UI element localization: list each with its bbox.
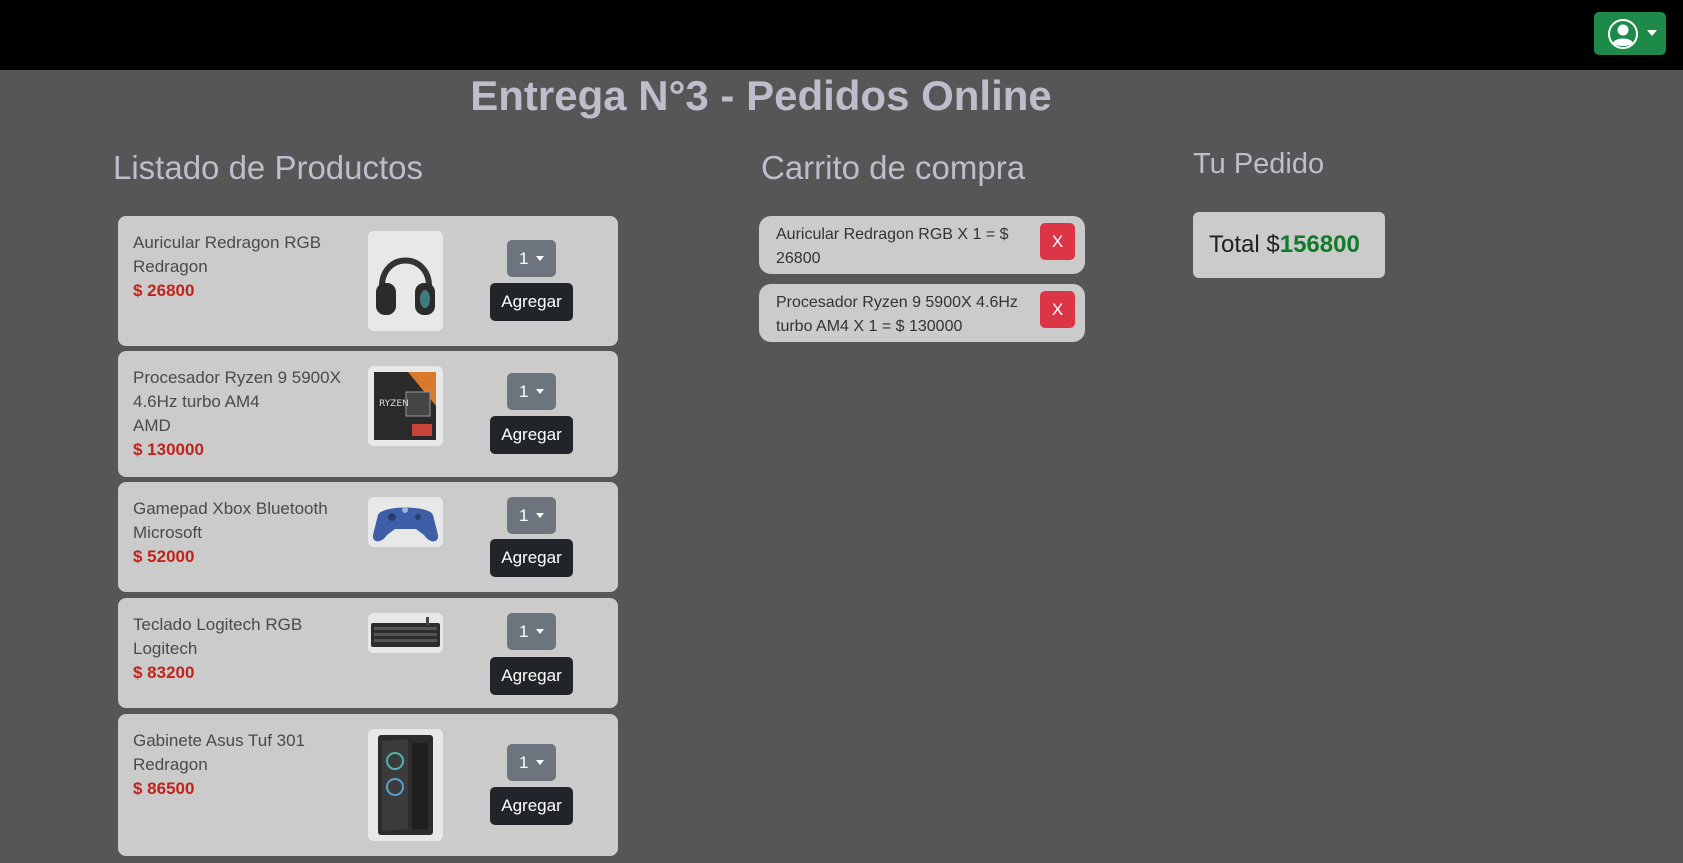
product-name: Auricular Redragon RGB [133, 233, 322, 252]
product-card: Gamepad Xbox Bluetooth Microsoft $ 52000… [118, 482, 618, 592]
product-brand: Microsoft [133, 523, 202, 542]
product-brand: Logitech [133, 639, 198, 658]
product-info: Teclado Logitech RGB Logitech $ 83200 [133, 613, 348, 685]
add-to-cart-button[interactable]: Agregar [490, 283, 573, 321]
page-title: Entrega N°3 - Pedidos Online [470, 72, 1052, 119]
product-brand: AMD [133, 416, 171, 435]
total-value: 156800 [1279, 231, 1360, 258]
quantity-dropdown[interactable]: 1 [507, 613, 556, 650]
cart-item-text: Auricular Redragon RGB X 1 = $ 26800 [776, 226, 1009, 267]
gamepad-image [368, 497, 443, 547]
cart-item: Procesador Ryzen 9 5900X 4.6Hz turbo AM4… [759, 284, 1085, 342]
product-info: Gamepad Xbox Bluetooth Microsoft $ 52000 [133, 497, 348, 569]
product-card: Gabinete Asus Tuf 301 Redragon $ 86500 1… [118, 714, 618, 856]
quantity-dropdown[interactable]: 1 [507, 240, 556, 277]
product-price: $ 83200 [133, 663, 195, 682]
cart-section-title: Carrito de compra [761, 149, 1026, 186]
cpu-box-image: RYZEN [368, 366, 443, 446]
svg-text:RYZEN: RYZEN [379, 399, 409, 409]
remove-item-button[interactable]: X [1040, 223, 1075, 260]
product-info: Auricular Redragon RGB Redragon $ 26800 [133, 231, 348, 303]
add-to-cart-button[interactable]: Agregar [490, 416, 573, 454]
quantity-dropdown[interactable]: 1 [507, 497, 556, 534]
product-price: $ 52000 [133, 547, 195, 566]
product-name: Gamepad Xbox Bluetooth [133, 499, 328, 518]
product-card: Auricular Redragon RGB Redragon $ 26800 … [118, 216, 618, 346]
add-to-cart-button[interactable]: Agregar [490, 657, 573, 695]
product-info: Procesador Ryzen 9 5900X 4.6Hz turbo AM4… [133, 366, 348, 462]
order-total: Total $156800 [1193, 212, 1385, 278]
quantity-dropdown[interactable]: 1 [507, 373, 556, 410]
product-name: Gabinete Asus Tuf 301 [133, 731, 306, 750]
total-label: Total $ [1209, 231, 1280, 258]
cart-item: Auricular Redragon RGB X 1 = $ 26800 X [759, 216, 1085, 274]
product-price: $ 130000 [133, 440, 204, 459]
add-to-cart-button[interactable]: Agregar [490, 787, 573, 825]
remove-item-button[interactable]: X [1040, 291, 1075, 328]
product-card: Teclado Logitech RGB Logitech $ 83200 1 … [118, 598, 618, 708]
user-circle-icon [1608, 19, 1638, 49]
product-info: Gabinete Asus Tuf 301 Redragon $ 86500 [133, 729, 348, 801]
product-price: $ 26800 [133, 281, 195, 300]
product-brand: Redragon [133, 257, 208, 276]
add-to-cart-button[interactable]: Agregar [490, 539, 573, 577]
pc-case-image [368, 729, 443, 841]
product-brand: Redragon [133, 755, 208, 774]
keyboard-image [368, 613, 443, 653]
product-name: Teclado Logitech RGB [133, 615, 303, 634]
navbar [0, 0, 1683, 70]
product-card: Procesador Ryzen 9 5900X 4.6Hz turbo AM4… [118, 351, 618, 477]
quantity-dropdown[interactable]: 1 [507, 744, 556, 781]
product-name: Procesador Ryzen 9 5900X 4.6Hz turbo AM4 [133, 368, 341, 411]
product-price: $ 86500 [133, 779, 195, 798]
headset-image [368, 231, 443, 331]
order-section-title: Tu Pedido [1193, 148, 1325, 180]
user-menu-button[interactable] [1594, 12, 1666, 55]
chevron-down-icon [1647, 30, 1657, 36]
cart-item-text: Procesador Ryzen 9 5900X 4.6Hz turbo AM4… [776, 294, 1018, 335]
products-section-title: Listado de Productos [113, 149, 424, 186]
